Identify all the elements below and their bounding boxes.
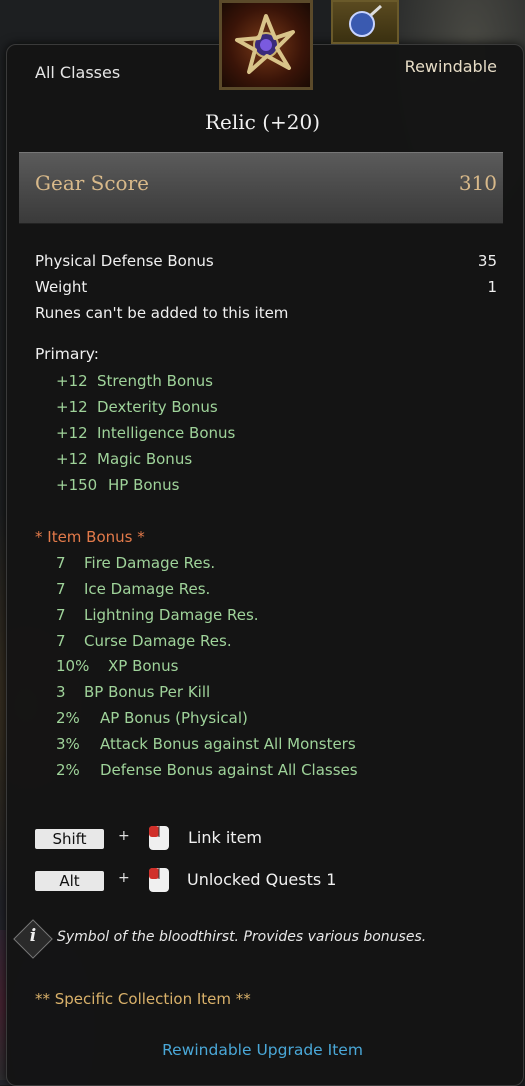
stat-value: 1 bbox=[487, 278, 497, 296]
bonus-value: 7 bbox=[56, 632, 66, 650]
bonus-label: Attack Bonus against All Monsters bbox=[100, 735, 356, 753]
bonus-label: BP Bonus Per Kill bbox=[84, 683, 211, 701]
gear-score-label: Gear Score bbox=[35, 171, 149, 195]
orb-icon bbox=[349, 4, 383, 37]
bonus-value: 7 bbox=[56, 606, 66, 624]
bonus-label: Defense Bonus against All Classes bbox=[100, 761, 358, 779]
stat-physical-defense: Physical Defense Bonus 35 bbox=[35, 252, 497, 270]
bonus-value: 2% bbox=[56, 761, 80, 779]
primary-label: Magic Bonus bbox=[97, 450, 193, 468]
left-mouse-button-icon bbox=[149, 868, 169, 892]
rune-note: Runes can't be added to this item bbox=[35, 304, 289, 322]
item-description: Symbol of the bloodthirst. Provides vari… bbox=[57, 929, 427, 945]
primary-label: Dexterity Bonus bbox=[97, 398, 218, 416]
stat-label: Weight bbox=[35, 278, 88, 296]
primary-label: HP Bonus bbox=[108, 476, 180, 494]
relic-emblem-icon bbox=[235, 14, 295, 74]
primary-value: +150 bbox=[56, 476, 98, 494]
bonus-value: 7 bbox=[56, 580, 66, 598]
bonus-label: Curse Damage Res. bbox=[84, 632, 232, 650]
bonus-value: 10% bbox=[56, 657, 90, 675]
primary-value: +12 bbox=[56, 398, 88, 416]
primary-label: Intelligence Bonus bbox=[97, 424, 236, 442]
stat-weight: Weight 1 bbox=[35, 278, 497, 296]
gear-score-bar: Gear Score 310 bbox=[19, 152, 503, 224]
shift-key: Shift bbox=[35, 829, 104, 849]
rewindable-tag: Rewindable bbox=[404, 57, 497, 76]
class-requirement: All Classes bbox=[35, 63, 121, 82]
bonus-label: Ice Damage Res. bbox=[84, 580, 211, 598]
bonus-value: 3% bbox=[56, 735, 80, 753]
bonus-label: Fire Damage Res. bbox=[84, 554, 216, 572]
bonus-label: AP Bonus (Physical) bbox=[100, 709, 248, 727]
stat-label: Physical Defense Bonus bbox=[35, 252, 214, 270]
unlocked-quests-action: Unlocked Quests 1 bbox=[187, 870, 337, 889]
item-bonus-heading: * Item Bonus * bbox=[35, 528, 145, 546]
link-item-action: Link item bbox=[188, 828, 262, 847]
info-icon-glyph: i bbox=[29, 926, 37, 946]
rewindable-upgrade-link[interactable]: Rewindable Upgrade Item bbox=[0, 1041, 525, 1059]
alt-key: Alt bbox=[35, 871, 104, 891]
primary-heading: Primary: bbox=[35, 345, 99, 363]
stat-value: 35 bbox=[477, 252, 497, 270]
primary-value: +12 bbox=[56, 372, 88, 390]
primary-value: +12 bbox=[56, 450, 88, 468]
left-mouse-button-icon bbox=[149, 826, 169, 850]
bonus-value: 3 bbox=[56, 683, 66, 701]
primary-label: Strength Bonus bbox=[97, 372, 213, 390]
primary-value: +12 bbox=[56, 424, 88, 442]
bonus-label: Lightning Damage Res. bbox=[84, 606, 259, 624]
bonus-label: XP Bonus bbox=[108, 657, 179, 675]
item-name: Relic (+20) bbox=[204, 110, 321, 134]
plus-sign: + bbox=[118, 828, 130, 844]
bonus-value: 2% bbox=[56, 709, 80, 727]
relic-item-icon bbox=[219, 0, 313, 90]
collection-note: ** Specific Collection Item ** bbox=[35, 990, 251, 1008]
gear-score-value: 310 bbox=[458, 171, 497, 195]
bonus-value: 7 bbox=[56, 554, 66, 572]
plus-sign: + bbox=[118, 870, 130, 886]
secondary-item-icon bbox=[331, 0, 399, 44]
